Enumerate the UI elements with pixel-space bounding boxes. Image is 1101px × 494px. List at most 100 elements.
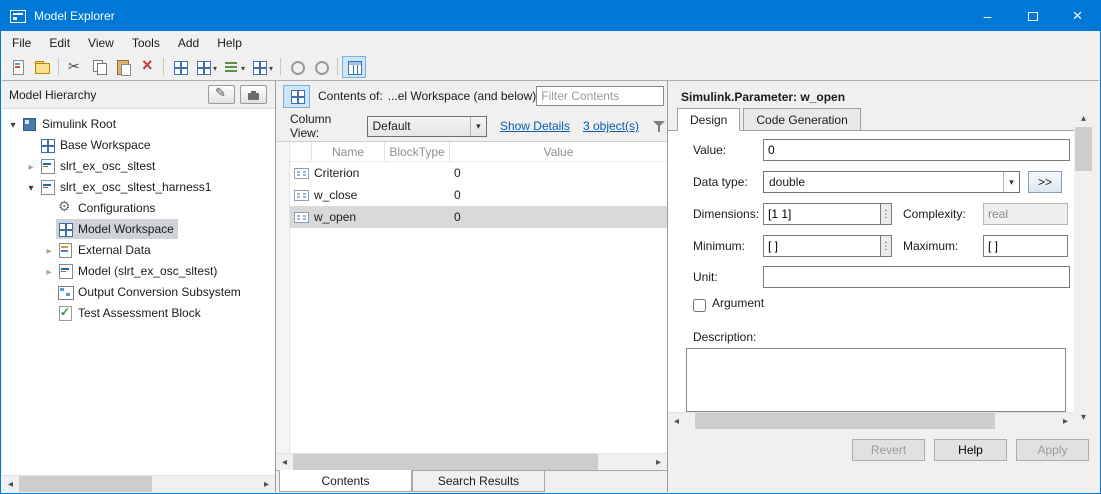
- highlight-button[interactable]: [285, 56, 309, 78]
- pane-layout-button[interactable]: [168, 56, 192, 78]
- close-button[interactable]: [1055, 1, 1100, 31]
- table-cell-name: Criterion: [314, 166, 360, 180]
- tree-item-model-slrt-ex-osc-sltest[interactable]: Model (slrt_ex_osc_sltest): [2, 260, 275, 281]
- collapse-icon[interactable]: [24, 180, 38, 194]
- maximize-button[interactable]: [1010, 1, 1055, 31]
- minimize-button[interactable]: [965, 1, 1010, 31]
- tree-item-base-workspace[interactable]: Base Workspace: [2, 134, 275, 155]
- scroll-left-icon[interactable]: [2, 476, 19, 492]
- cut-button[interactable]: [63, 56, 87, 78]
- tab-search-results[interactable]: Search Results: [412, 471, 545, 492]
- tree-item-simulink-root[interactable]: Simulink Root: [2, 113, 275, 134]
- revert-button[interactable]: Revert: [852, 439, 925, 461]
- scroll-right-icon[interactable]: [650, 454, 667, 470]
- contents-view-button[interactable]: [283, 84, 310, 108]
- scrollbar-track[interactable]: [293, 454, 650, 470]
- unit-input[interactable]: [763, 266, 1070, 288]
- model-hierarchy-header: Model Hierarchy: [2, 81, 275, 109]
- tab-contents[interactable]: Contents: [279, 470, 412, 492]
- menu-add[interactable]: Add: [169, 33, 208, 53]
- edit-hierarchy-button[interactable]: [208, 85, 235, 104]
- tree-item-test-assessment-block[interactable]: Test Assessment Block: [2, 302, 275, 323]
- scroll-down-icon[interactable]: [1075, 409, 1092, 426]
- show-details-link[interactable]: Show Details: [500, 119, 570, 133]
- maximum-input[interactable]: [983, 235, 1068, 257]
- tree-item-configurations[interactable]: Configurations: [2, 197, 275, 218]
- parameter-icon: [293, 211, 309, 223]
- menu-view[interactable]: View: [79, 33, 123, 53]
- tab-design[interactable]: Design: [677, 108, 741, 131]
- expand-icon[interactable]: [24, 159, 38, 173]
- delete-button[interactable]: [135, 55, 159, 78]
- column-view-dropdown[interactable]: Default: [366, 115, 487, 137]
- trace-button[interactable]: [309, 56, 333, 78]
- column-view-toggle-button[interactable]: [342, 55, 367, 78]
- tree-item-external-data[interactable]: External Data: [2, 239, 275, 260]
- value-input[interactable]: [763, 139, 1070, 161]
- toolbar-separator: [163, 58, 164, 75]
- description-textarea[interactable]: [686, 348, 1066, 412]
- pane-layout-dropdown[interactable]: [192, 56, 220, 78]
- dialog-vertical-scrollbar[interactable]: [1075, 110, 1092, 426]
- minimum-stepper[interactable]: [881, 235, 892, 257]
- row-filter-dropdown[interactable]: [220, 56, 248, 78]
- tree-item-slrt-ex-osc-sltest[interactable]: slrt_ex_osc_sltest: [2, 155, 275, 176]
- value-column-header[interactable]: Value: [450, 142, 667, 162]
- tree-item-slrt-ex-osc-sltest-harness1[interactable]: slrt_ex_osc_sltest_harness1: [2, 176, 275, 197]
- minimum-input[interactable]: [763, 235, 881, 257]
- scroll-right-icon[interactable]: [258, 476, 275, 492]
- main-area: Model Hierarchy Simulink Root Base Works…: [2, 80, 1099, 492]
- table-row-criterion[interactable]: Criterion 0: [290, 162, 667, 184]
- paste-button[interactable]: [111, 56, 135, 78]
- view-options-dropdown[interactable]: [248, 56, 276, 78]
- copy-button[interactable]: [87, 56, 111, 78]
- contents-table: Name BlockType Value Criterion 0 w_close…: [276, 141, 667, 453]
- scrollbar-track[interactable]: [1075, 127, 1092, 409]
- argument-checkbox[interactable]: [693, 299, 706, 312]
- collapse-icon[interactable]: [6, 117, 20, 131]
- scrollbar-thumb[interactable]: [1075, 127, 1092, 171]
- open-button[interactable]: [30, 56, 54, 78]
- panes-icon: [195, 59, 211, 75]
- tree-item-model-workspace[interactable]: Model Workspace: [2, 218, 275, 239]
- hierarchy-options-button[interactable]: [240, 85, 267, 104]
- blocktype-column-header[interactable]: BlockType: [385, 142, 450, 162]
- object-count-link[interactable]: 3 object(s): [583, 119, 639, 133]
- scrollbar-thumb[interactable]: [19, 476, 152, 492]
- table-cell-value: 0: [454, 210, 461, 224]
- scroll-left-icon[interactable]: [668, 413, 685, 429]
- scrollbar-track[interactable]: [685, 413, 1057, 429]
- menu-tools[interactable]: Tools: [123, 33, 169, 53]
- scrollbar-thumb[interactable]: [293, 454, 598, 470]
- filter-contents-input[interactable]: [536, 86, 665, 106]
- scroll-up-icon[interactable]: [1075, 110, 1092, 127]
- dimensions-stepper[interactable]: [881, 203, 892, 225]
- expand-icon[interactable]: [42, 264, 56, 278]
- tab-code-generation[interactable]: Code Generation: [743, 108, 861, 131]
- open-folder-icon: [34, 59, 50, 75]
- new-model-button[interactable]: [6, 56, 30, 78]
- scrollbar-thumb[interactable]: [695, 413, 995, 429]
- contents-horizontal-scrollbar[interactable]: [276, 453, 667, 470]
- scroll-left-icon[interactable]: [276, 454, 293, 470]
- scroll-right-icon[interactable]: [1057, 413, 1074, 429]
- data-type-dropdown[interactable]: double: [763, 171, 1020, 193]
- scrollbar-track[interactable]: [19, 476, 258, 492]
- design-form: Value: Data type: double >> Dimensions: …: [668, 130, 1074, 429]
- dimensions-input[interactable]: [763, 203, 881, 225]
- menu-help[interactable]: Help: [208, 33, 251, 53]
- apply-button[interactable]: Apply: [1016, 439, 1089, 461]
- filter-options-button[interactable]: [653, 120, 667, 133]
- help-button[interactable]: Help: [934, 439, 1007, 461]
- dialog-horizontal-scrollbar[interactable]: [668, 412, 1074, 429]
- data-type-assistant-button[interactable]: >>: [1028, 171, 1062, 193]
- hierarchy-horizontal-scrollbar[interactable]: [2, 475, 275, 492]
- table-row-w-close[interactable]: w_close 0: [290, 184, 667, 206]
- menu-file[interactable]: File: [3, 33, 40, 53]
- new-file-icon: [10, 59, 26, 75]
- tree-item-output-conversion-subsystem[interactable]: Output Conversion Subsystem: [2, 281, 275, 302]
- name-column-header[interactable]: Name: [312, 142, 385, 162]
- table-row-w-open[interactable]: w_open 0: [290, 206, 667, 228]
- expand-icon[interactable]: [42, 243, 56, 257]
- menu-edit[interactable]: Edit: [40, 33, 79, 53]
